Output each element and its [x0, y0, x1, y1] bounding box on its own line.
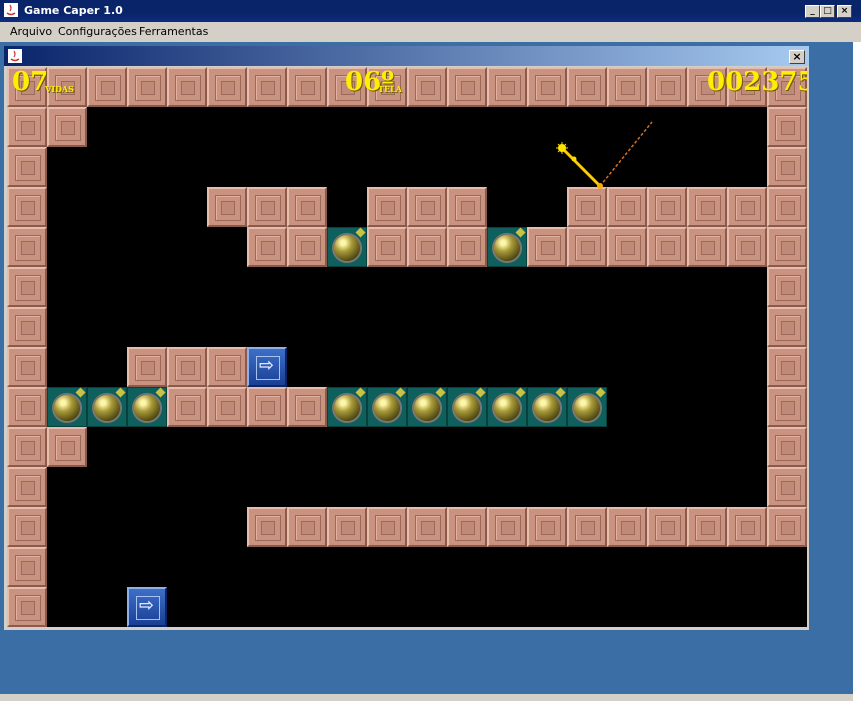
internal-frame-close-button[interactable]: × [789, 50, 805, 64]
window-title: Game Caper 1.0 [24, 4, 123, 17]
close-button[interactable]: × [837, 5, 852, 18]
java-icon [4, 3, 18, 17]
maximize-button[interactable]: □ [820, 5, 835, 18]
menu-ferramentas[interactable]: Ferramentas [139, 25, 208, 38]
internal-frame-title-bar[interactable] [4, 46, 809, 66]
window-bottom-edge [0, 694, 853, 701]
menu-bar: Arquivo Configurações Ferramentas [0, 22, 861, 42]
player-icon [556, 142, 568, 154]
menu-configuracoes[interactable]: Configurações [58, 25, 137, 38]
title-bar: Game Caper 1.0 [0, 0, 861, 22]
score-counter: 002375 [707, 67, 807, 97]
screen-label: TELA [378, 84, 402, 94]
lives-counter: 07 [12, 67, 49, 97]
lives-label: VIDAS [45, 84, 74, 94]
window-edge [853, 42, 861, 701]
grappling-rope [559, 121, 653, 189]
minimize-button[interactable]: _ [805, 5, 820, 18]
game-board[interactable]: ⇨ ⇨ 07 VIDAS 06º TELA 002375 [7, 67, 807, 627]
java-icon [8, 49, 22, 63]
menu-arquivo[interactable]: Arquivo [10, 25, 52, 38]
